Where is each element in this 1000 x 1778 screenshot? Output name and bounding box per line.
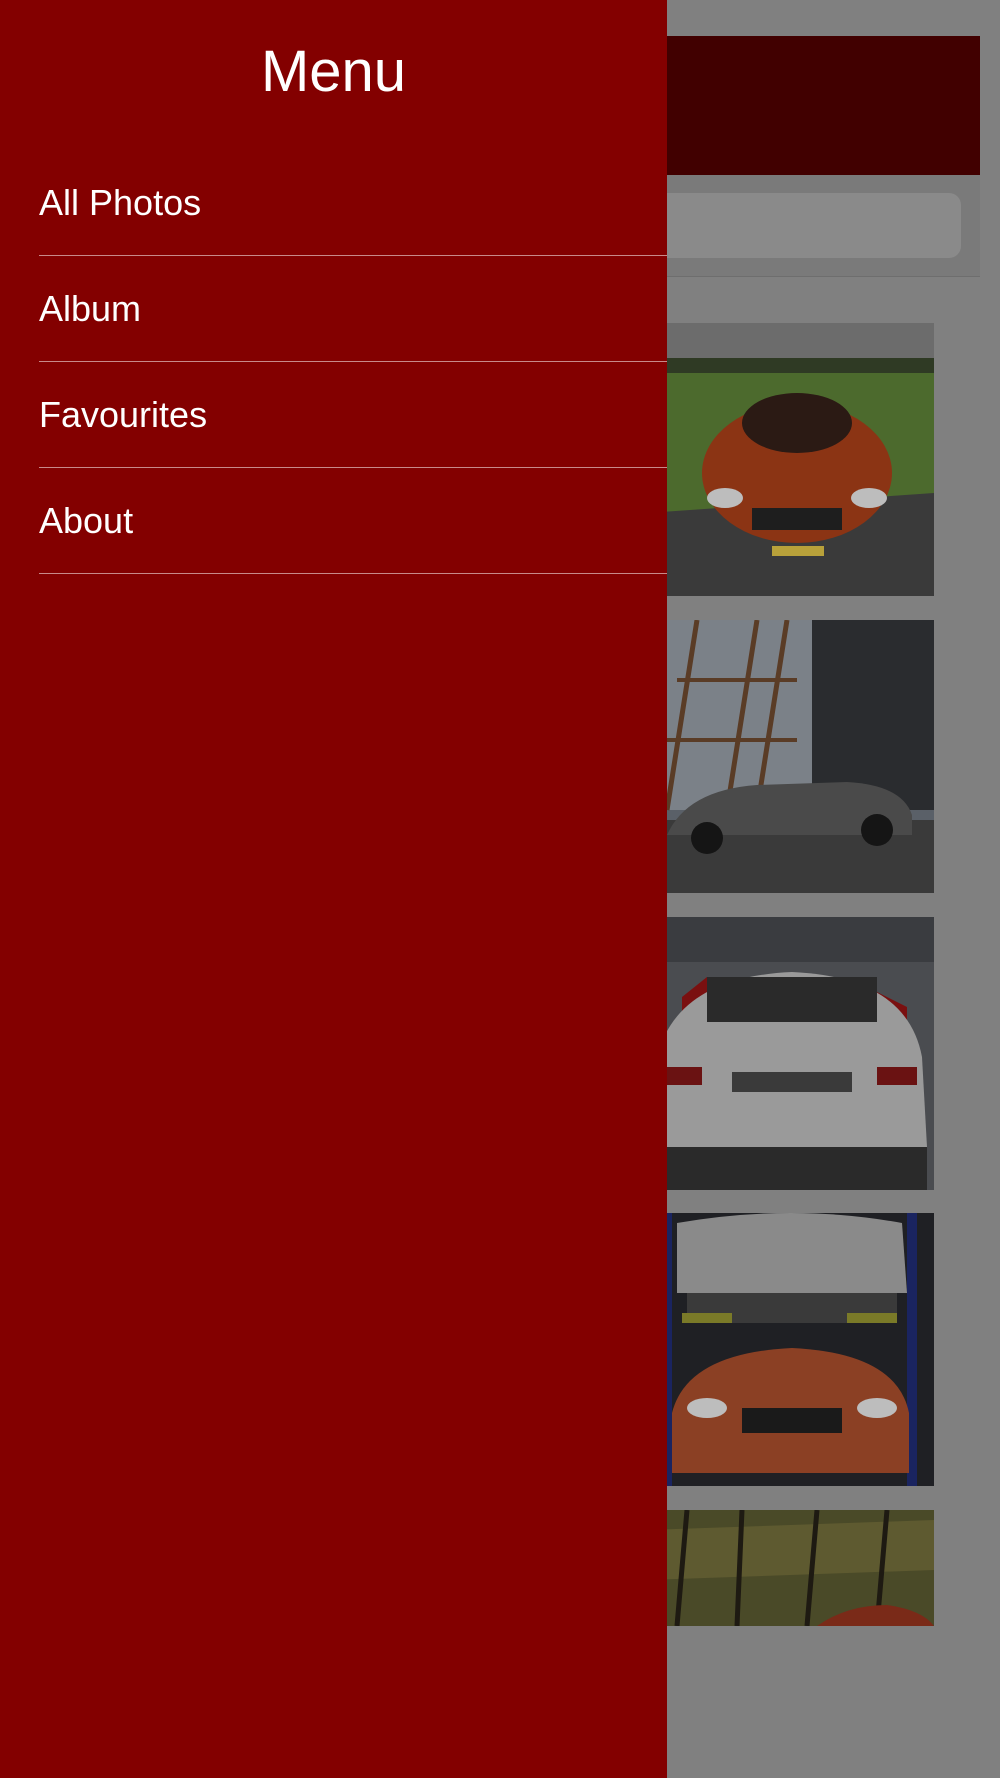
side-drawer: Menu All Photos Album Favourites About xyxy=(0,0,667,1778)
menu-item-all-photos[interactable]: All Photos xyxy=(39,150,667,256)
menu-item-label: Favourites xyxy=(39,393,208,435)
menu-item-album[interactable]: Album xyxy=(39,256,667,362)
photo-thumbnail[interactable] xyxy=(647,323,934,596)
photo-thumbnail[interactable] xyxy=(647,1213,934,1486)
menu-item-about[interactable]: About xyxy=(39,468,667,574)
menu-item-favourites[interactable]: Favourites xyxy=(39,362,667,468)
drawer-title: Menu xyxy=(260,39,407,104)
menu-item-label: About xyxy=(39,499,134,541)
screen: Menu All Photos Album Favourites About xyxy=(0,0,1000,1778)
photo-thumbnail[interactable] xyxy=(647,1510,934,1626)
drawer-menu-list: All Photos Album Favourites About xyxy=(39,150,667,574)
photo-thumbnail[interactable] xyxy=(647,917,934,1190)
menu-item-label: All Photos xyxy=(39,181,202,223)
photo-thumbnail[interactable] xyxy=(647,620,934,893)
menu-item-label: Album xyxy=(39,287,142,329)
